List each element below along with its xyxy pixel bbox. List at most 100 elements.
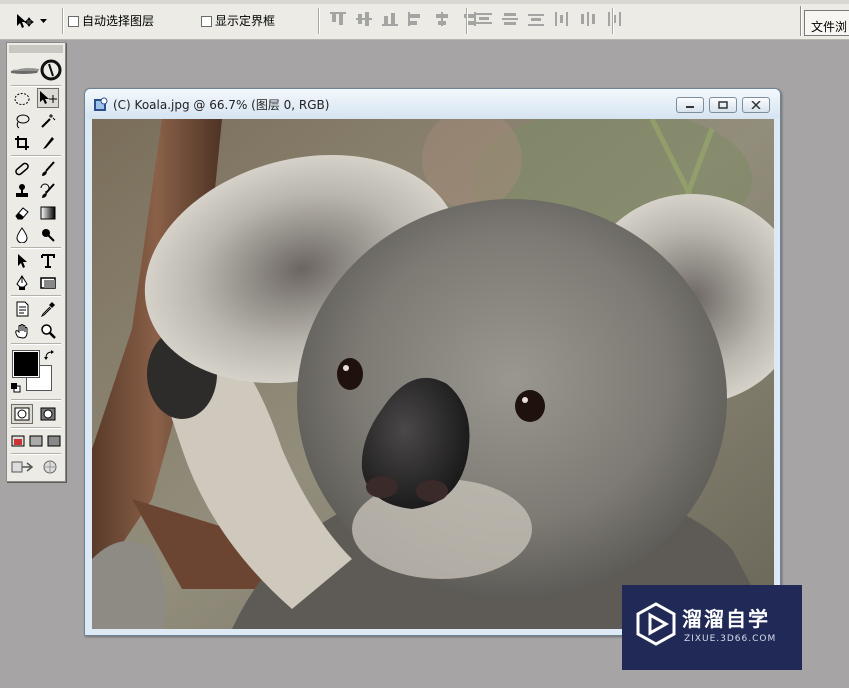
align-buttons-group (330, 12, 476, 26)
align-left-icon[interactable] (408, 12, 424, 26)
divider (612, 8, 614, 34)
pen-tool[interactable] (11, 273, 33, 293)
rectangle-icon (40, 277, 56, 289)
divider (800, 6, 802, 36)
distribute-hcenter-icon[interactable] (580, 12, 596, 26)
blur-tool[interactable] (11, 225, 33, 245)
distribute-top-icon[interactable] (476, 12, 492, 26)
divider (11, 85, 61, 87)
history-brush-icon (40, 183, 55, 198)
toolbox-panel (6, 42, 66, 482)
divider (11, 399, 61, 401)
eyedropper-tool[interactable] (37, 299, 59, 319)
standard-mode-icon (14, 407, 30, 421)
lasso-tool[interactable] (11, 111, 33, 131)
swap-colors-icon[interactable] (44, 349, 56, 361)
move-icon (40, 91, 57, 104)
dodge-icon (42, 229, 55, 242)
toolbox-title-bar[interactable] (9, 45, 63, 53)
divider (11, 155, 61, 157)
divider (466, 8, 468, 34)
imageready-preview-button[interactable] (39, 457, 61, 477)
screen-mode-icon (47, 435, 61, 447)
options-bar-grip (0, 0, 849, 4)
watermark-title: 溜溜自学 (682, 607, 770, 631)
bandage-icon (15, 162, 29, 176)
magic-wand-tool[interactable] (37, 111, 59, 131)
koala-photo (92, 119, 774, 629)
align-hcenter-icon[interactable] (434, 12, 450, 26)
foreground-color-swatch[interactable] (12, 350, 40, 378)
zoom-tool[interactable] (37, 321, 59, 341)
note-icon (16, 301, 29, 317)
standard-mode-button[interactable] (11, 404, 33, 424)
jump-to-imageready-button[interactable] (11, 457, 37, 477)
close-button[interactable] (742, 97, 770, 113)
distribute-bottom-icon[interactable] (528, 12, 544, 26)
rect-marquee-tool[interactable] (11, 89, 33, 109)
play-logo-icon (636, 602, 676, 646)
file-browser-tab[interactable]: 文件浏 (804, 10, 849, 36)
show-bounding-box-checkbox[interactable]: 显示定界框 (201, 14, 275, 28)
standard-screen-mode-button[interactable] (9, 431, 27, 451)
hand-tool[interactable] (11, 321, 33, 341)
divider (11, 453, 61, 455)
quick-mask-button[interactable] (37, 404, 59, 424)
divider (11, 427, 61, 429)
document-window: (C) Koala.jpg @ 66.7% (图层 0, RGB) (84, 88, 781, 636)
slice-tool[interactable] (37, 133, 59, 153)
divider (11, 247, 61, 249)
shape-tool[interactable] (37, 273, 59, 293)
gradient-tool[interactable] (37, 203, 59, 223)
distribute-left-icon[interactable] (554, 12, 570, 26)
brush-icon (42, 161, 55, 176)
arrow-icon (18, 254, 27, 268)
align-vcenter-icon[interactable] (356, 12, 372, 26)
image-canvas[interactable] (92, 119, 774, 629)
distribute-right-icon[interactable] (606, 12, 622, 26)
checkbox-box[interactable] (68, 15, 79, 27)
full-screen-mode-button[interactable] (45, 431, 63, 451)
path-select-tool[interactable] (11, 251, 33, 271)
file-browser-label: 文件浏 (811, 20, 848, 34)
healing-brush-tool[interactable] (11, 159, 33, 179)
auto-select-layer-checkbox[interactable]: 自动选择图层 (68, 14, 154, 28)
adobe-online-icon[interactable] (9, 55, 63, 83)
document-title-bar[interactable]: (C) Koala.jpg @ 66.7% (图层 0, RGB) (85, 89, 780, 119)
maximize-icon (718, 101, 728, 109)
chevron-down-icon (40, 18, 47, 23)
eraser-tool[interactable] (11, 203, 33, 223)
pen-icon (16, 275, 28, 290)
brush-tool[interactable] (37, 159, 59, 179)
crop-icon (15, 136, 29, 150)
minimize-icon (686, 106, 694, 108)
drop-icon (16, 227, 28, 243)
notes-tool[interactable] (11, 299, 33, 319)
distribute-buttons-group (476, 12, 622, 26)
show-bounding-box-label: 显示定界框 (215, 14, 276, 28)
gradient-icon (40, 206, 56, 220)
history-brush-tool[interactable] (37, 181, 59, 201)
align-right-icon[interactable] (460, 12, 476, 26)
quick-mask-icon (40, 407, 56, 421)
clone-stamp-tool[interactable] (11, 181, 33, 201)
default-colors-icon[interactable] (11, 383, 21, 393)
distribute-vcenter-icon[interactable] (502, 12, 518, 26)
maximize-button[interactable] (709, 97, 737, 113)
divider (11, 343, 61, 345)
tool-preset-picker[interactable] (14, 10, 56, 32)
align-bottom-icon[interactable] (382, 12, 398, 26)
move-tool[interactable] (37, 88, 59, 108)
auto-select-layer-label: 自动选择图层 (82, 14, 155, 28)
divider (318, 8, 320, 34)
minimize-button[interactable] (676, 97, 704, 113)
full-screen-menu-mode-button[interactable] (27, 431, 45, 451)
align-top-icon[interactable] (330, 12, 346, 26)
screen-mode-icon (29, 435, 43, 447)
divider (62, 8, 64, 34)
type-tool[interactable] (37, 251, 59, 271)
checkbox-box[interactable] (201, 15, 212, 27)
dodge-tool[interactable] (37, 225, 59, 245)
crop-tool[interactable] (11, 133, 33, 153)
photoshop-document-icon (94, 97, 108, 111)
